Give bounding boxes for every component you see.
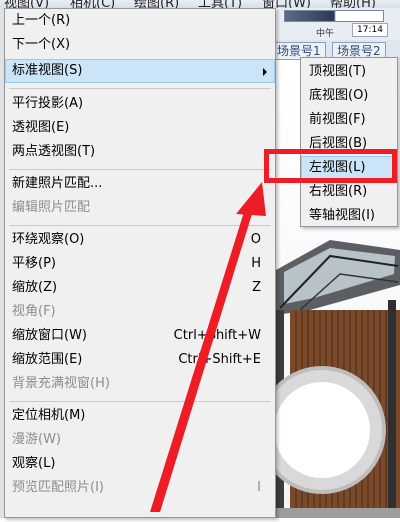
annotation-arrow-icon (150, 182, 266, 512)
